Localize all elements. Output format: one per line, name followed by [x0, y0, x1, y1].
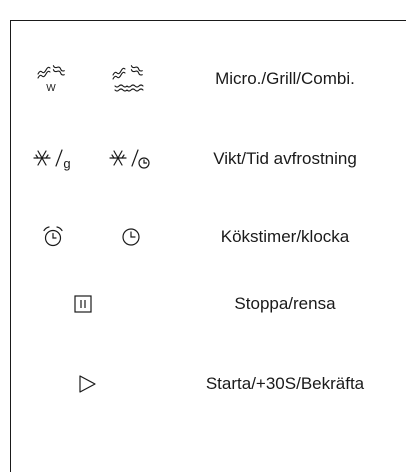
control-row-start[interactable]: Starta/+30S/Bekräfta — [11, 364, 407, 404]
control-row-timer-clock[interactable]: Kökstimer/klocka — [11, 217, 407, 257]
control-row-stop-clear[interactable]: Stoppa/rensa — [11, 284, 407, 324]
defrost-weight-icon: g — [29, 139, 77, 179]
control-label: Micro./Grill/Combi. — [215, 69, 355, 88]
micro-wave-w-icon: W — [29, 59, 73, 99]
alarm-clock-icon — [29, 217, 77, 257]
play-start-icon — [71, 364, 103, 404]
control-label: Kökstimer/klocka — [220, 227, 350, 246]
control-row-micro-grill-combi[interactable]: W Micro./Grill/Combi. — [11, 59, 407, 99]
control-row-defrost[interactable]: g Vikt/Tid avfrostning — [11, 139, 407, 179]
control-label: Starta/+30S/Bekräfta — [205, 374, 365, 393]
defrost-weight-text: g — [63, 156, 70, 171]
grill-waves-icon — [103, 59, 155, 99]
control-panel: W Micro./Grill/Combi. g Vikt/Tid avfrost… — [10, 20, 406, 472]
micro-wave-w-text: W — [46, 83, 56, 94]
defrost-time-icon — [105, 139, 155, 179]
clock-icon — [107, 217, 155, 257]
pause-stop-icon — [63, 284, 103, 324]
control-label: Stoppa/rensa — [234, 294, 336, 313]
control-label: Vikt/Tid avfrostning — [213, 149, 357, 168]
